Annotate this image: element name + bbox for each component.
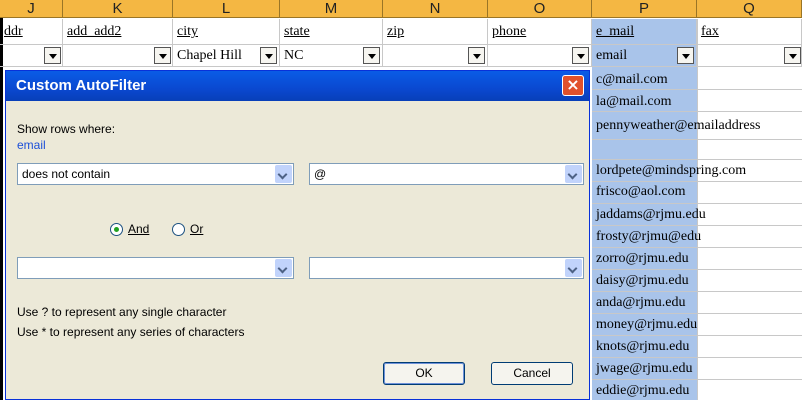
- filter-dropdown-city[interactable]: [260, 47, 277, 64]
- filter-cell-state: NC: [280, 45, 383, 67]
- filter-value-state: NC: [284, 48, 304, 63]
- column-header-m[interactable]: M: [280, 0, 383, 18]
- cancel-button[interactable]: Cancel: [491, 362, 573, 385]
- column-header-o[interactable]: O: [488, 0, 592, 18]
- row-gridline: [592, 225, 802, 226]
- row-gridline: [592, 159, 802, 160]
- row-gridline: [592, 89, 802, 90]
- email-cell[interactable]: pennyweather@emailaddress: [596, 118, 761, 134]
- email-cell[interactable]: knots@rjmu.edu: [596, 339, 689, 355]
- column-header-p[interactable]: P: [592, 0, 697, 18]
- field-name-label: email: [17, 138, 46, 152]
- header-cell-phone[interactable]: phone: [488, 19, 592, 45]
- filter-cell-addr: [0, 45, 63, 67]
- filter-dropdown-e-mail[interactable]: [677, 47, 694, 64]
- email-cell[interactable]: daisy@rjmu.edu: [596, 273, 689, 289]
- hint-series-chars: Use * to represent any series of charact…: [17, 325, 245, 339]
- column-header-n[interactable]: N: [383, 0, 488, 18]
- filter-value-city: Chapel Hill: [177, 48, 242, 63]
- email-cell[interactable]: la@mail.com: [596, 94, 671, 110]
- header-cell-state[interactable]: state: [280, 19, 383, 45]
- column-header-k[interactable]: K: [63, 0, 173, 18]
- row-gridline: [592, 269, 802, 270]
- filter-dropdown-state[interactable]: [363, 47, 380, 64]
- filter-cell-phone: [488, 45, 592, 67]
- filter-value-e-mail: email: [596, 48, 628, 63]
- chevron-down-icon[interactable]: [275, 165, 292, 183]
- filter-cell-add-add2: [63, 45, 173, 67]
- header-cell-fax[interactable]: fax: [697, 19, 802, 45]
- dialog-title: Custom AutoFilter: [16, 77, 147, 94]
- chevron-down-icon[interactable]: [565, 259, 582, 277]
- email-cell[interactable]: jwage@rjmu.edu: [596, 361, 692, 377]
- close-icon[interactable]: ×: [562, 75, 584, 96]
- dialog-title-bar[interactable]: Custom AutoFilter ×: [6, 71, 589, 101]
- email-cell[interactable]: frisco@aol.com: [596, 184, 685, 200]
- show-rows-label: Show rows where:: [17, 122, 116, 136]
- filter-dropdown-zip[interactable]: [468, 47, 485, 64]
- and-label[interactable]: And: [128, 222, 149, 236]
- email-cell[interactable]: money@rjmu.edu: [596, 317, 697, 333]
- criteria-1-value: @: [314, 167, 327, 181]
- row-gridline: [592, 181, 802, 182]
- operator-2-select[interactable]: [17, 257, 294, 279]
- email-cell[interactable]: lordpete@mindspring.com: [596, 163, 746, 179]
- column-header-l[interactable]: L: [173, 0, 280, 18]
- row-gridline: [592, 335, 802, 336]
- email-cell[interactable]: frosty@rjmu@edu: [596, 229, 701, 245]
- email-cell[interactable]: zorro@rjmu.edu: [596, 251, 689, 267]
- custom-autofilter-dialog: Custom AutoFilter × Show rows where: ema…: [5, 70, 590, 400]
- or-radio[interactable]: [172, 223, 185, 236]
- header-cell-add-add2[interactable]: add_add2: [63, 19, 173, 45]
- row-gridline: [592, 313, 802, 314]
- ok-button[interactable]: OK: [383, 362, 465, 385]
- filter-dropdown-fax[interactable]: [784, 47, 801, 64]
- column-header-q[interactable]: Q: [697, 0, 802, 18]
- filter-cell-city: Chapel Hill: [173, 45, 280, 67]
- filter-cell-e-mail: email: [592, 45, 697, 67]
- row-gridline: [592, 203, 802, 204]
- email-cell[interactable]: anda@rjmu.edu: [596, 295, 685, 311]
- operator-1-select[interactable]: does not contain: [17, 163, 294, 185]
- header-cell-city[interactable]: city: [173, 19, 280, 45]
- criteria-2-input[interactable]: [309, 257, 584, 279]
- operator-1-value: does not contain: [22, 167, 111, 181]
- filter-dropdown-add-add2[interactable]: [154, 47, 171, 64]
- filter-dropdown-phone[interactable]: [572, 47, 589, 64]
- header-cell-e-mail[interactable]: e_mail: [592, 19, 697, 45]
- chevron-down-icon[interactable]: [275, 259, 292, 277]
- row-gridline: [592, 111, 802, 112]
- email-cell[interactable]: c@mail.com: [596, 72, 668, 88]
- and-radio[interactable]: [110, 223, 123, 236]
- email-cell[interactable]: eddie@rjmu.edu: [596, 383, 689, 399]
- row-gridline: [592, 247, 802, 248]
- row-gridline: [592, 291, 802, 292]
- row-gridline: [592, 139, 802, 140]
- chevron-down-icon[interactable]: [565, 165, 582, 183]
- column-header-j[interactable]: J: [0, 0, 63, 18]
- or-label[interactable]: Or: [190, 222, 203, 236]
- filter-dropdown-addr[interactable]: [44, 47, 61, 64]
- filter-cell-fax: [697, 45, 802, 67]
- header-cell-zip[interactable]: zip: [383, 19, 488, 45]
- row-gridline: [592, 379, 802, 380]
- header-cell-addr[interactable]: ddr: [0, 19, 63, 45]
- row-gridline: [592, 357, 802, 358]
- email-cell[interactable]: jaddams@rjmu.edu: [596, 207, 706, 223]
- hint-single-char: Use ? to represent any single character: [17, 305, 227, 319]
- filter-cell-zip: [383, 45, 488, 67]
- criteria-1-input[interactable]: @: [309, 163, 584, 185]
